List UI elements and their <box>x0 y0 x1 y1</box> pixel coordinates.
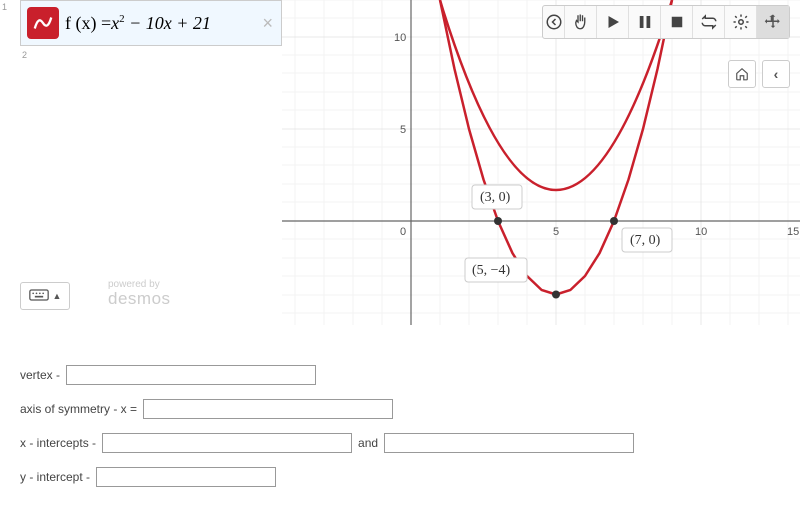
move-tool-button[interactable] <box>757 6 789 38</box>
and-text: and <box>358 436 378 450</box>
tick-x10: 10 <box>695 226 707 238</box>
delete-expression-button[interactable]: × <box>254 13 281 34</box>
tick-x15: 15 <box>787 226 799 238</box>
keyboard-icon <box>29 288 49 304</box>
x-intercept-2-input[interactable] <box>384 433 634 453</box>
xint-label: x - intercepts - <box>20 436 96 450</box>
tick-x0: 0 <box>400 226 406 238</box>
collapse-button[interactable]: ‹ <box>762 60 790 88</box>
point-3-0[interactable] <box>494 217 502 225</box>
stop-button[interactable] <box>661 6 693 38</box>
powered-by-desmos: powered by desmos <box>108 280 171 307</box>
home-icon <box>735 67 749 81</box>
expression-list: 1 f (x) =x2 − 10x + 21 × 2 <box>20 0 282 46</box>
play-button[interactable] <box>597 6 629 38</box>
drag-tool-button[interactable] <box>565 6 597 38</box>
row-number-1: 1 <box>2 2 7 12</box>
function-color-icon[interactable] <box>27 7 59 39</box>
point-7-0[interactable] <box>610 217 618 225</box>
tick-y5: 5 <box>400 124 406 136</box>
calculator-embed: 1 f (x) =x2 − 10x + 21 × 2 <box>0 0 800 325</box>
graph-canvas[interactable]: 10 5 0 5 10 15 (3, 0) (7, 0) (5, −4) <box>282 0 800 325</box>
settings-button[interactable] <box>725 6 757 38</box>
expression-input[interactable]: f (x) =x2 − 10x + 21 <box>65 13 254 34</box>
point-label-2: (7, 0) <box>630 233 661 248</box>
row-number-2: 2 <box>22 50 27 60</box>
prev-frame-button[interactable] <box>543 6 565 38</box>
pause-button[interactable] <box>629 6 661 38</box>
tick-y10: 10 <box>394 32 406 44</box>
answer-form: vertex - axis of symmetry - x = x - inte… <box>20 365 634 501</box>
yint-label: y - intercept - <box>20 470 90 484</box>
keypad-toggle[interactable]: ▲ <box>20 282 70 310</box>
x-intercept-1-input[interactable] <box>102 433 352 453</box>
axis-of-symmetry-input[interactable] <box>143 399 393 419</box>
home-button[interactable] <box>728 60 756 88</box>
tick-x5: 5 <box>553 226 559 238</box>
point-label-3: (5, −4) <box>472 263 511 278</box>
point-5-neg4[interactable] <box>552 291 560 299</box>
nav-buttons: ‹ <box>728 60 790 88</box>
chevron-up-icon: ▲ <box>53 291 62 301</box>
y-intercept-input[interactable] <box>96 467 276 487</box>
vertex-input[interactable] <box>66 365 316 385</box>
point-label-1: (3, 0) <box>480 190 511 205</box>
vertex-label: vertex - <box>20 368 60 382</box>
animation-toolbar <box>542 5 790 39</box>
grid-minor <box>282 0 800 325</box>
expression-row-1[interactable]: f (x) =x2 − 10x + 21 × <box>20 0 282 46</box>
axis-label: axis of symmetry - x = <box>20 402 137 416</box>
loop-button[interactable] <box>693 6 725 38</box>
